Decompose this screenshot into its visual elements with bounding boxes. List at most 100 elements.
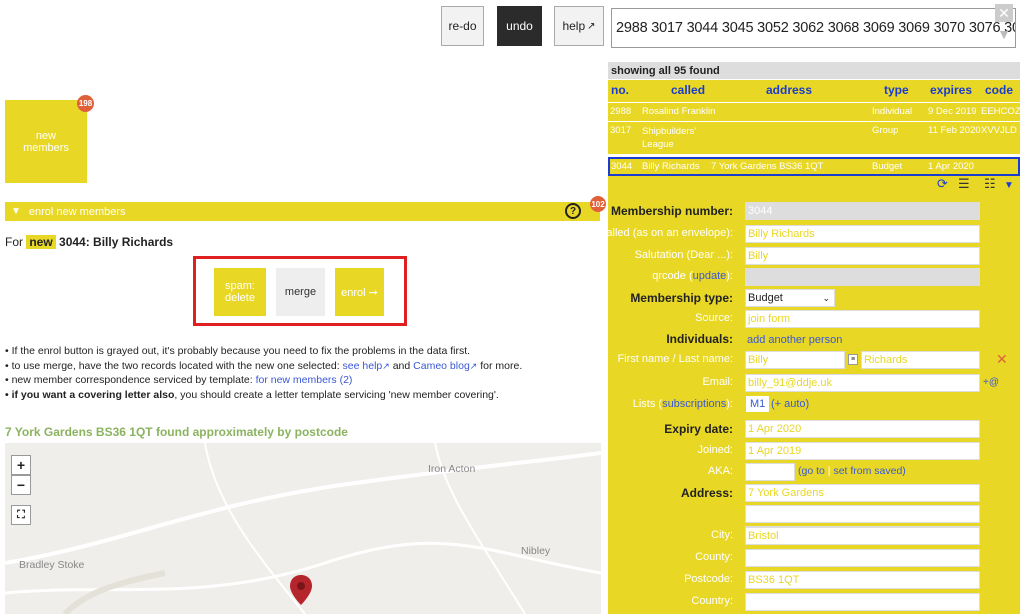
- col-no[interactable]: no.: [611, 83, 629, 97]
- membership-type-label: Membership type:: [630, 291, 733, 305]
- enrol-button[interactable]: enrol ➞: [335, 268, 384, 316]
- lists-label-end: ):: [726, 398, 733, 410]
- see-help-link[interactable]: see help: [343, 360, 383, 372]
- note-2: • to use merge, have the two records loc…: [5, 359, 522, 374]
- expand-rows-icon[interactable]: ☷: [984, 176, 996, 192]
- city-label: City:: [711, 529, 733, 541]
- map-marker-icon[interactable]: [290, 575, 312, 605]
- qrcode-update-link[interactable]: update: [693, 270, 727, 282]
- lists-label: Lists (subscriptions):: [633, 398, 733, 410]
- postcode-field[interactable]: BS36 1QT: [745, 571, 980, 589]
- external-link-icon: ↗: [587, 20, 596, 32]
- name-label: First name / Last name:: [617, 353, 733, 365]
- email-field[interactable]: billy_91@ddje.uk: [745, 374, 980, 392]
- clear-search-icon[interactable]: ✕: [995, 4, 1013, 22]
- merge-label: merge: [284, 286, 317, 298]
- undo-label: undo: [506, 19, 533, 33]
- row-address: 7 York Gardens BS36 1QT: [711, 161, 824, 172]
- enrol-section-header[interactable]: ▼ enrol new members: [5, 202, 600, 221]
- aka-links: (go to | set from saved): [798, 465, 906, 477]
- called-value: Billy Richards: [748, 228, 815, 240]
- row-no: 3017: [610, 125, 632, 136]
- col-type[interactable]: type: [884, 83, 909, 97]
- aka-goto-link[interactable]: (go to: [798, 465, 825, 477]
- filter-icon[interactable]: ▼: [995, 25, 1013, 43]
- add-person-link[interactable]: add another person: [747, 334, 842, 346]
- row-code: XVVJLD: [981, 125, 1017, 136]
- template-link[interactable]: for new members (2): [256, 374, 353, 386]
- row-no: 3044: [611, 161, 633, 172]
- undo-button[interactable]: undo: [497, 6, 542, 46]
- salutation-field[interactable]: Billy: [745, 247, 980, 265]
- address-line-2[interactable]: [745, 505, 980, 523]
- external-link-icon: ↗: [469, 360, 478, 371]
- zoom-in-button[interactable]: +: [11, 455, 31, 475]
- address-line-1-value: 7 York Gardens: [748, 487, 824, 499]
- first-name-field[interactable]: Billy: [745, 351, 845, 369]
- expiry-field[interactable]: 1 Apr 2020: [745, 420, 980, 438]
- spam-delete-button[interactable]: spam: delete: [214, 268, 266, 316]
- add-email-icon[interactable]: +@: [983, 377, 999, 388]
- note-4-text: , you should create a letter template se…: [174, 388, 499, 401]
- collapse-rows-icon[interactable]: ☰: [958, 176, 970, 192]
- merge-button[interactable]: merge: [276, 268, 325, 316]
- map-label-bradley-stoke: Bradley Stoke: [19, 559, 85, 571]
- table-row[interactable]: 3017 Shipbuilders' League Group 11 Feb 2…: [608, 122, 1020, 154]
- section-count-badge: 102: [590, 196, 606, 212]
- subscriptions-link[interactable]: subscriptions: [662, 398, 726, 410]
- refresh-icon[interactable]: ⟳: [937, 176, 948, 192]
- redo-button[interactable]: re-do: [441, 6, 484, 46]
- help-question-icon[interactable]: ?: [565, 203, 581, 219]
- aka-set-from-saved-link[interactable]: set from saved): [833, 465, 905, 477]
- lists-label-text: Lists (: [632, 398, 663, 410]
- address-line-1[interactable]: 7 York Gardens: [745, 484, 980, 502]
- county-field[interactable]: [745, 549, 980, 567]
- membership-number-label: Membership number:: [610, 204, 733, 218]
- remove-person-icon[interactable]: ✕: [996, 351, 1008, 368]
- row-called: Shipbuilders' League: [642, 126, 697, 150]
- lists-auto-link[interactable]: (+ auto): [771, 398, 809, 410]
- source-label: Source:: [695, 312, 733, 324]
- collapse-triangle-icon[interactable]: ▼: [11, 206, 21, 217]
- results-count: showing all 95 found: [608, 62, 1020, 79]
- member-name: 3044: Billy Richards: [59, 235, 174, 249]
- tile-label: new members: [23, 129, 69, 154]
- county-label: County:: [695, 551, 733, 563]
- col-expires[interactable]: expires: [930, 83, 972, 97]
- table-row-selected[interactable]: 3044 Billy Richards 7 York Gardens BS36 …: [608, 157, 1020, 176]
- map-label-nibley: Nibley: [521, 545, 551, 557]
- dropdown-arrow-icon[interactable]: ▼: [1004, 180, 1014, 191]
- new-tag: new: [26, 235, 56, 249]
- table-row[interactable]: 2988 Rosalind Franklin Individual 9 Dec …: [608, 103, 1021, 121]
- joined-field[interactable]: 1 Apr 2019: [745, 442, 980, 460]
- redo-label: re-do: [448, 19, 477, 33]
- qrcode-label-text: qrcode (: [652, 270, 693, 282]
- country-field[interactable]: [745, 593, 980, 611]
- called-field[interactable]: Billy Richards: [745, 225, 980, 243]
- note-3-text: • new member correspondence serviced by …: [5, 374, 253, 386]
- notes: • If the enrol button is grayed out, it'…: [5, 344, 522, 402]
- list-tag-m1[interactable]: M1: [746, 396, 770, 412]
- source-field[interactable]: join form: [745, 310, 980, 328]
- help-button[interactable]: help ↗: [554, 6, 604, 46]
- qrcode-field: [745, 268, 980, 286]
- country-label: Country:: [691, 595, 733, 607]
- zoom-out-button[interactable]: −: [11, 475, 31, 495]
- source-value: join form: [748, 313, 791, 325]
- col-called[interactable]: called: [671, 83, 705, 97]
- map[interactable]: + − ⛶ Iron Acton Nibley Bradley Stoke: [5, 443, 601, 614]
- row-called: Billy Richards: [642, 161, 700, 172]
- city-field[interactable]: Bristol: [745, 527, 980, 545]
- membership-type-select[interactable]: Budget ⌄: [745, 289, 835, 307]
- contact-card-icon[interactable]: ≡: [848, 354, 858, 365]
- search-input[interactable]: 2988 3017 3044 3045 3052 3062 3068 3069 …: [611, 8, 1016, 48]
- aka-field[interactable]: [745, 463, 795, 481]
- col-address[interactable]: address: [766, 83, 812, 97]
- cameo-blog-link[interactable]: Cameo blog: [413, 360, 470, 372]
- new-members-tile[interactable]: new members: [5, 100, 87, 183]
- external-link-icon: ↗: [382, 360, 390, 371]
- col-code[interactable]: code: [985, 83, 1013, 97]
- last-name-field[interactable]: Richards: [861, 351, 980, 369]
- qrcode-label: qrcode (update):: [652, 270, 733, 282]
- fullscreen-icon[interactable]: ⛶: [11, 505, 31, 525]
